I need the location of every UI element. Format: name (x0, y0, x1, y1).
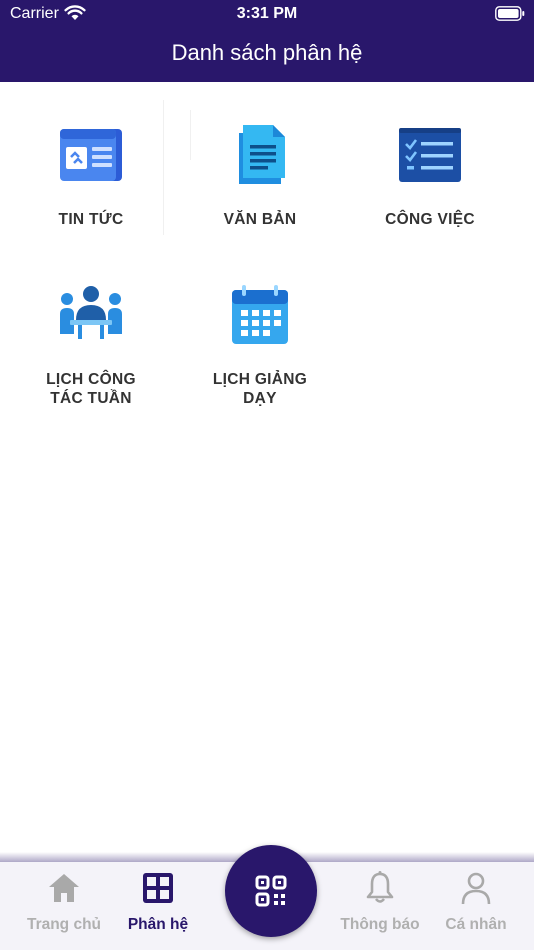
module-label: VĂN BẢN (223, 211, 297, 228)
module-label: LỊCH CÔNG TÁC TUẦN (46, 371, 136, 407)
module-label: CÔNG VIỆC (385, 211, 475, 228)
module-van-ban[interactable]: VĂN BẢN (175, 120, 345, 229)
tab-thong-bao[interactable]: Thông báo (325, 870, 435, 934)
home-icon (49, 874, 79, 902)
module-lich-giang-day[interactable]: LỊCH GIẢNG DẠY (175, 280, 345, 408)
module-label: LỊCH GIẢNG DẠY (212, 371, 308, 407)
page-title: Danh sách phân hệ (171, 40, 363, 65)
tab-ca-nhan[interactable]: Cá nhân (421, 870, 531, 934)
task-list-icon (399, 128, 461, 182)
module-label: TIN TỨC (58, 211, 124, 228)
document-icon (239, 125, 285, 184)
qr-scan-icon (255, 875, 287, 907)
battery-icon (495, 6, 525, 21)
app-header: Carrier 3:31 PM Danh sách phân hệ (0, 0, 534, 82)
newspaper-icon (60, 129, 122, 181)
module-lich-cong-tac-tuan[interactable]: LỊCH CÔNG TÁC TUẦN (6, 280, 176, 408)
calendar-icon (232, 285, 288, 344)
qr-scan-button[interactable] (225, 845, 317, 937)
status-time: 3:31 PM (236, 5, 298, 22)
tab-label: Phân hệ (127, 916, 189, 933)
tab-label: Thông báo (340, 916, 420, 933)
status-bar: Carrier 3:31 PM (0, 0, 534, 30)
bell-icon (366, 871, 394, 903)
grid-icon (143, 873, 173, 903)
tab-phan-he[interactable]: Phân hệ (103, 870, 213, 934)
module-tin-tuc[interactable]: TIN TỨC (6, 120, 176, 229)
tab-label: Trang chủ (26, 916, 102, 933)
module-cong-viec[interactable]: CÔNG VIỆC (345, 120, 515, 229)
meeting-icon (60, 286, 122, 339)
tab-label: Cá nhân (445, 916, 507, 933)
user-icon (461, 872, 491, 905)
